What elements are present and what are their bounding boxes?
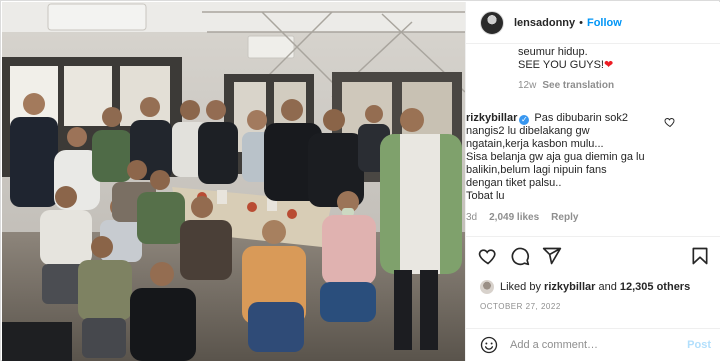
caption-line: seumur hidup. [518,46,588,58]
comment-line: balikin,belum lagi nipuin fans [466,164,607,176]
post-comment-button[interactable]: Post [687,339,711,351]
comment-line: ngatain,kerja kasbon mulu... [466,138,604,150]
follow-button[interactable]: Follow [587,17,622,29]
comment-line: nangis2 lu dibelakang gw [466,125,590,137]
comment-body: rizkybillar ✓ Pas dibubarin sok2 nangis2 … [466,112,652,223]
comment-meta: 3d 2,049 likes Reply [466,212,652,223]
post-actions-bar [466,236,720,274]
add-comment-bar: Post [466,328,720,361]
commenter-username[interactable]: rizkybillar [466,112,517,124]
post-details-panel: lensadonny • Follow seumur hidup. SEE YO… [465,2,720,361]
red-heart-emoji-icon: ❤ [604,59,614,71]
comment-text: rizkybillar ✓ Pas dibubarin sok2 nangis2 … [466,112,652,203]
likes-summary: Liked by rizkybillar and 12,305 others [480,278,690,296]
heart-icon[interactable] [478,246,498,266]
author-avatar[interactable] [480,10,504,35]
bookmark-icon[interactable] [690,246,710,266]
comment-like-heart-icon[interactable] [664,116,676,128]
see-translation-link[interactable]: See translation [542,80,614,91]
likes-middle: and [598,281,617,293]
comment-likes-count[interactable]: 2,049 likes [489,212,539,223]
post-photo[interactable] [2,2,465,361]
comment-age: 3d [466,212,478,223]
instagram-post-window: lensadonny • Follow seumur hidup. SEE YO… [0,0,720,361]
comments-scroll-area[interactable]: seumur hidup. SEE YOU GUYS!❤ 12w See tran… [466,44,720,236]
post-header: lensadonny • Follow [466,2,720,44]
likes-others-link[interactable]: 12,305 others [620,281,690,293]
header-separator: • [579,16,583,29]
caption-meta: 12w See translation [518,80,707,91]
comment-line: Sisa belanja gw aja gua diemin ga lu [466,151,645,163]
author-username[interactable]: lensadonny [514,17,575,29]
caption-line: SEE YOU GUYS!❤ [518,59,707,72]
add-comment-input[interactable] [510,339,680,351]
group-photo-illustration [2,2,465,361]
verified-badge-icon: ✓ [519,115,530,125]
comment-icon[interactable] [510,246,530,266]
comment-line: Pas dibubarin sok2 [534,112,628,124]
comment-line: dengan tiket palsu.. [466,177,562,189]
likes-prefix: Liked by [500,281,541,293]
liker-avatar [480,280,494,294]
share-icon[interactable] [542,246,562,266]
caption-line-text: SEE YOU GUYS! [518,59,604,71]
liker-username[interactable]: rizkybillar [544,281,595,293]
emoji-smiley-icon[interactable] [480,336,498,354]
reply-button[interactable]: Reply [551,212,578,223]
caption-age: 12w [518,80,537,91]
comment-line: Tobat lu [466,190,505,202]
post-date: OCTOBER 27, 2022 [480,302,561,311]
